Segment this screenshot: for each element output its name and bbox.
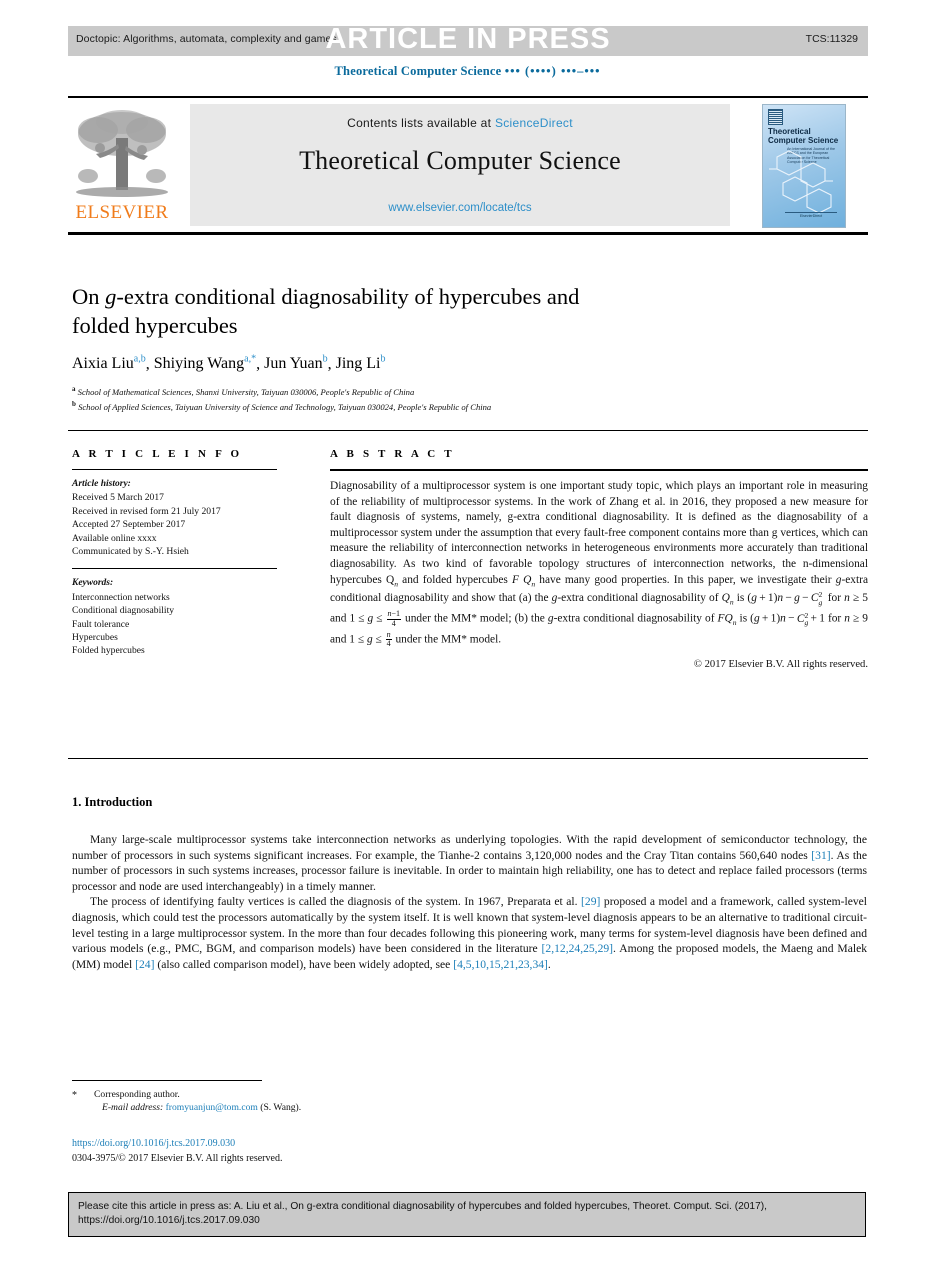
abstract-bottom-rule (68, 758, 868, 759)
cite-line-1: Please cite this article in press as: A.… (78, 1201, 767, 1212)
citation-link[interactable]: [4,5,10,15,21,23,34] (453, 958, 548, 971)
paragraph: The process of identifying faulty vertic… (72, 895, 868, 971)
article-info-column: A R T I C L E I N F O Article history: R… (72, 448, 277, 658)
keywords-block: Keywords: Interconnection networks Condi… (72, 577, 277, 657)
history-item: Available online xxxx (72, 532, 157, 544)
email-owner: (S. Wang). (260, 1102, 302, 1114)
abstract-copyright: © 2017 Elsevier B.V. All rights reserved… (693, 659, 868, 671)
cover-logo-mark (768, 109, 783, 125)
history-item: Accepted 27 September 2017 (72, 519, 186, 531)
info-top-rule (68, 430, 868, 431)
keyword-item: Hypercubes (72, 632, 118, 644)
masthead-bottom-rule (68, 232, 868, 235)
article-in-press-text: ARTICLE IN PRESS (325, 23, 611, 55)
citation-link[interactable]: [2,12,24,25,29] (542, 942, 614, 955)
running-head-journal: Theoretical Computer Science (334, 64, 502, 78)
citation-link[interactable]: [24] (135, 958, 154, 971)
contents-line: Contents lists available at ScienceDirec… (190, 116, 730, 130)
keywords-label: Keywords: (72, 578, 114, 589)
introduction-body: Many large-scale multiprocessor systems … (72, 832, 867, 972)
affiliation-list: a School of Mathematical Sciences, Shanx… (72, 383, 812, 414)
paper-page: Doctopic: Algorithms, automata, complexi… (0, 0, 935, 1266)
history-item: Communicated by S.-Y. Hsieh (72, 546, 189, 558)
affiliation-item: a School of Mathematical Sciences, Shanx… (72, 385, 415, 397)
journal-title: Theoretical Computer Science (299, 146, 621, 175)
email-link[interactable]: fromyuanjun@tom.com (166, 1102, 258, 1113)
author-affil-mark: a,* (244, 354, 257, 365)
author-name: Aixia Liua,b (72, 354, 146, 373)
abstract-heading: A B S T R A C T (330, 448, 455, 460)
article-history-block: Article history: Received 5 March 2017 R… (72, 478, 277, 558)
journal-url-link[interactable]: www.elsevier.com/locate/tcs (190, 202, 730, 214)
sciencedirect-link[interactable]: ScienceDirect (495, 116, 573, 130)
author-name: Jun Yuanb (264, 354, 328, 373)
cover-title: Theoretical Computer Science (768, 127, 839, 145)
section-heading-introduction: 1. Introduction (72, 795, 153, 809)
doctopic-label: Doctopic: Algorithms, automata, complexi… (76, 33, 337, 45)
abstract-text: Diagnosability of a multiprocessor syste… (330, 480, 868, 649)
elsevier-wordmark: ELSEVIER (75, 202, 169, 223)
journal-masthead: ELSEVIER Contents lists available at Sci… (68, 96, 868, 235)
keyword-item: Conditional diagnosability (72, 605, 175, 617)
author-affil-mark: b (380, 354, 386, 365)
article-history-label: Article history: (72, 479, 131, 489)
keyword-item: Interconnection networks (72, 591, 170, 603)
keyword-item: Folded hypercubes (72, 645, 145, 657)
issn-copyright-line: 0304-3975/© 2017 Elsevier B.V. All right… (72, 1153, 283, 1164)
history-item: Received 5 March 2017 (72, 492, 164, 504)
author-affil-mark: b (322, 354, 328, 365)
keywords-rule (72, 568, 277, 570)
elsevier-tree-icon (76, 110, 168, 197)
cite-this-article-box: Please cite this article in press as: A.… (68, 1192, 866, 1237)
abstract-rule (330, 469, 868, 471)
history-item: Received in revised form 21 July 2017 (72, 505, 221, 517)
elsevier-logo: ELSEVIER (70, 104, 174, 226)
corresponding-author-mark: * (72, 1090, 77, 1101)
running-head-pages: ••• (••••) •••–••• (504, 64, 601, 78)
footnote-block: * Corresponding author. E-mail address: … (72, 1088, 542, 1115)
email-label: E-mail address: (102, 1102, 164, 1114)
author-name: Jing Lib (335, 354, 386, 373)
citation-link[interactable]: [31] (811, 849, 830, 862)
running-head: Theoretical Computer Science ••• (••••) … (0, 64, 935, 79)
masthead-top-rule (68, 96, 868, 98)
masthead-center-panel: Contents lists available at ScienceDirec… (190, 104, 730, 226)
footnote-rule (72, 1080, 262, 1081)
contents-label: Contents lists available at (347, 116, 492, 130)
article-info-heading: A R T I C L E I N F O (72, 448, 243, 460)
article-in-press-bar: Doctopic: Algorithms, automata, complexi… (68, 23, 868, 56)
cover-footer: ElsevierDirect (785, 212, 837, 222)
citation-link[interactable]: [29] (581, 895, 600, 908)
abstract-column: A B S T R A C T Diagnosability of a mult… (330, 448, 868, 670)
paragraph: Many large-scale multiprocessor systems … (72, 833, 867, 893)
author-name: Shiying Wanga,* (153, 354, 257, 373)
article-info-rule (72, 469, 277, 470)
corresponding-author-note: Corresponding author. (94, 1089, 180, 1100)
doi-link[interactable]: https://doi.org/10.1016/j.tcs.2017.09.03… (72, 1137, 235, 1151)
page-title: On g-extra conditional diagnosability of… (72, 284, 580, 338)
manuscript-id: TCS:11329 (805, 33, 858, 45)
author-list: Aixia Liua,b, Shiying Wanga,*, Jun Yuanb… (72, 354, 386, 373)
email-note: E-mail address: fromyuanjun@tom.com (S. … (102, 1101, 542, 1114)
affiliation-item: b School of Applied Sciences, Taiyuan Un… (72, 400, 492, 413)
cite-line-2: https://doi.org/10.1016/j.tcs.2017.09.03… (78, 1215, 260, 1226)
keyword-item: Fault tolerance (72, 618, 130, 630)
abstract-body: Diagnosability of a multiprocessor syste… (330, 480, 868, 586)
author-affil-mark: a,b (133, 354, 146, 365)
journal-cover-thumbnail: Theoretical Computer Science An Internat… (762, 104, 846, 228)
